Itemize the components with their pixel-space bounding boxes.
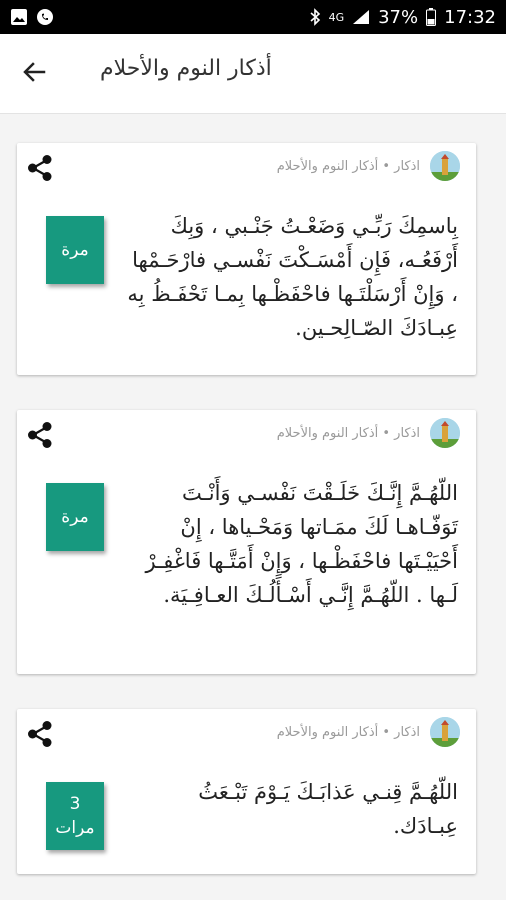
count-badge[interactable]: 3 مرات [46,782,104,850]
count-label: مرة [61,507,89,527]
network-type: 4G [328,10,345,24]
app-bar: أذكار النوم والأحلام [0,34,506,114]
dhikr-card: اذكار • أذكار النوم والأحلام اللّهُـمَّ … [17,410,476,674]
category-avatar [430,151,460,181]
dhikr-text: بِاسمِكَ رَبِّـي وَضَعْـتُ جَنْـبي ، وَب… [127,214,458,340]
dhikr-text: اللّهُـمَّ قِنـي عَذابَـكَ يَـوْمَ تَبْـ… [198,780,458,838]
share-icon [27,720,53,752]
share-icon [27,421,53,453]
category-avatar [430,717,460,747]
card-meta: اذكار • أذكار النوم والأحلام [277,418,460,448]
share-icon [27,154,53,186]
count-badge[interactable]: مرة [46,483,104,551]
card-category: اذكار • أذكار النوم والأحلام [276,724,420,740]
bluetooth-icon [309,8,321,26]
battery-icon [426,8,437,26]
count-number: 3 [69,794,81,814]
clock: 17:32 [444,6,496,28]
category-avatar [430,418,460,448]
dhikr-card: اذكار • أذكار النوم والأحلام بِاسمِكَ رَ… [17,143,476,375]
signal-icon [352,9,370,25]
whatsapp-icon [36,8,54,26]
count-badge[interactable]: مرة [46,216,104,284]
card-category: اذكار • أذكار النوم والأحلام [276,158,420,174]
status-bar: 4G 37% 17:32 [0,0,506,34]
gallery-icon [10,8,28,26]
card-category: اذكار • أذكار النوم والأحلام [276,425,420,441]
card-meta: اذكار • أذكار النوم والأحلام [277,151,460,181]
arrow-back-icon [21,59,47,89]
count-label: مرات [55,818,95,838]
share-button[interactable] [25,422,55,452]
status-left [10,8,54,26]
count-label: مرة [61,240,89,260]
dhikr-text: اللّهُـمَّ إِنَّـكَ خَلَـقْتَ نَفْسـي وَ… [145,481,458,607]
dhikr-card: اذكار • أذكار النوم والأحلام اللّهُـمَّ … [17,709,476,874]
battery-percent: 37% [378,6,419,28]
card-meta: اذكار • أذكار النوم والأحلام [277,717,460,747]
share-button[interactable] [25,721,55,751]
share-button[interactable] [25,155,55,185]
back-button[interactable] [18,58,50,90]
status-right: 4G 37% 17:32 [309,7,496,28]
page-title: أذكار النوم والأحلام [100,56,272,81]
